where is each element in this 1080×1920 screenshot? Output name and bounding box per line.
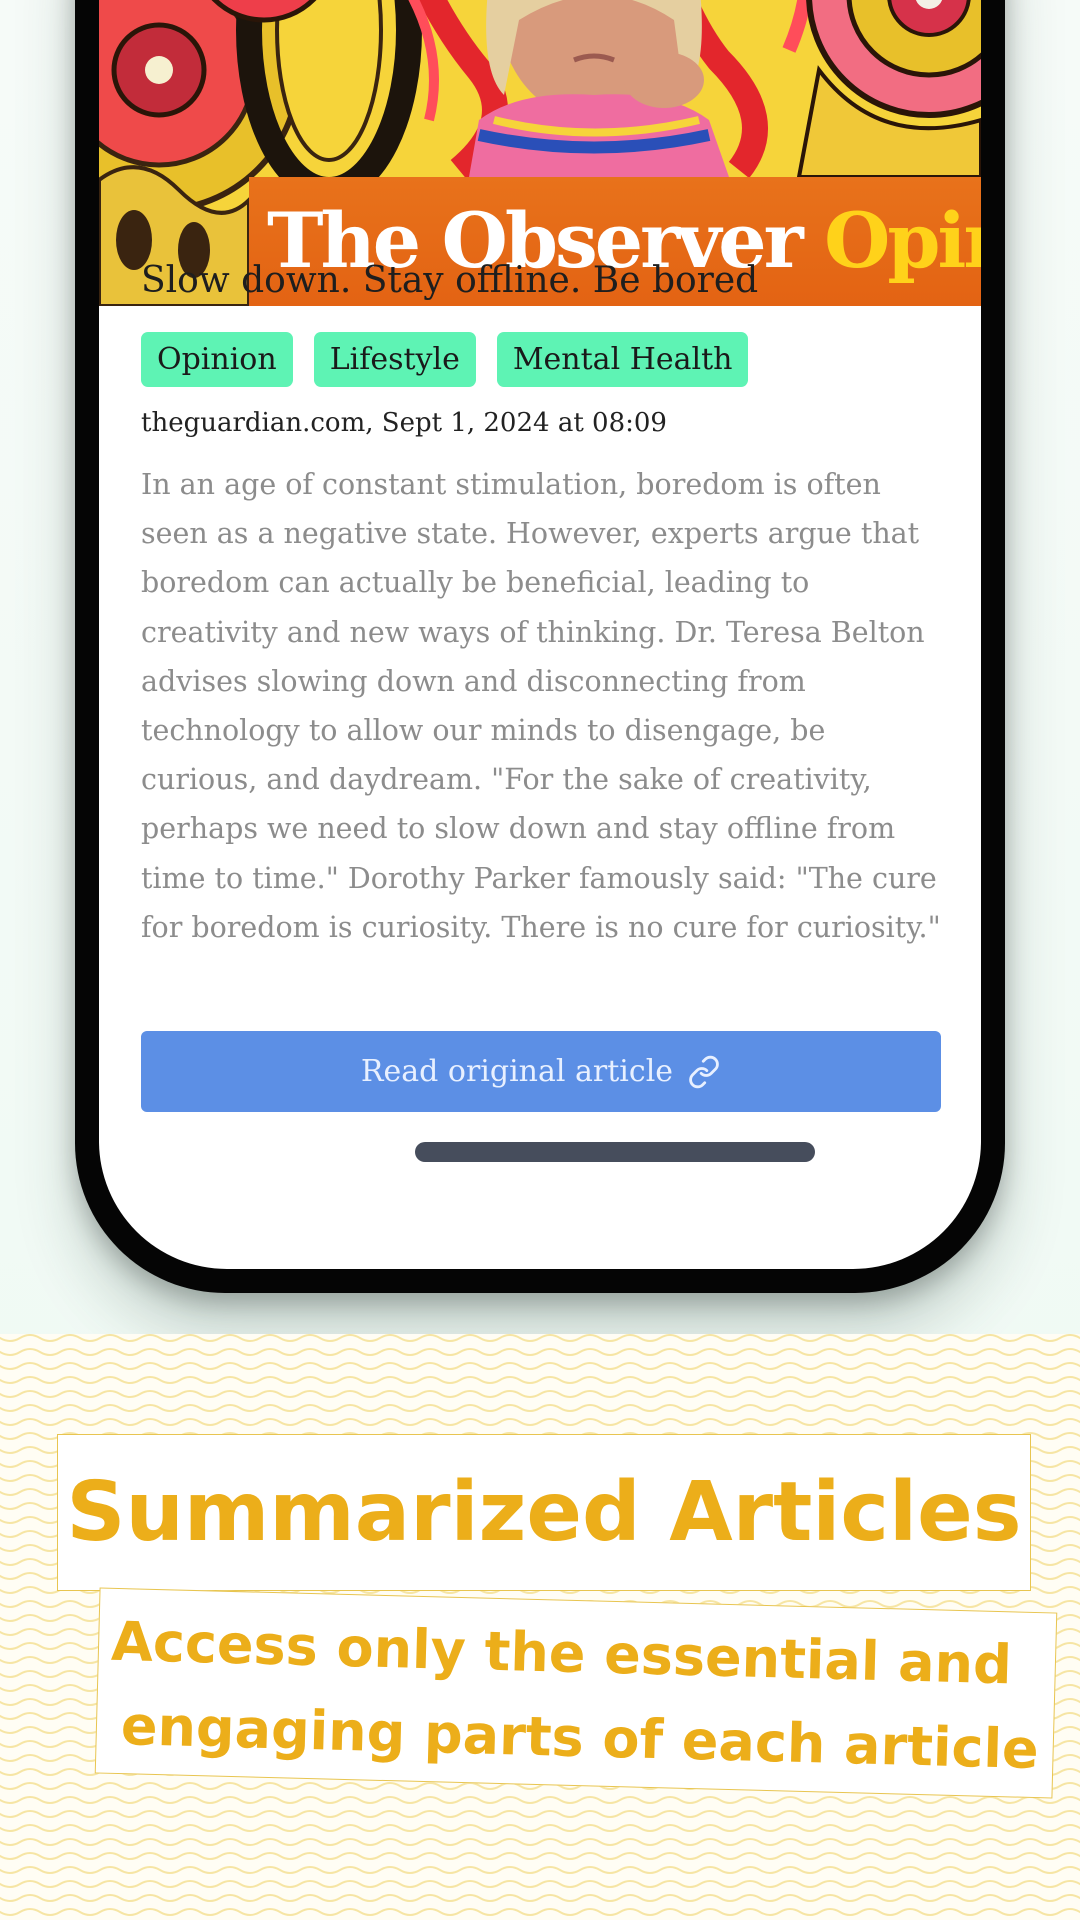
tag-mental-health[interactable]: Mental Health (496, 332, 749, 387)
wave-line (0, 1824, 1080, 1832)
phone-frame: The Observer Opinio Slow down. Stay offl… (75, 0, 1005, 1293)
wave-line (0, 1880, 1080, 1888)
read-original-article-button[interactable]: Read original article (141, 1031, 941, 1112)
tag-lifestyle[interactable]: Lifestyle (313, 332, 476, 387)
link-icon (687, 1055, 721, 1089)
wave-line (0, 1908, 1080, 1916)
headline-card: Summarized Articles (57, 1434, 1031, 1591)
subheadline-card: Access only the essential and engaging p… (94, 1587, 1058, 1799)
tag-opinion[interactable]: Opinion (141, 332, 293, 387)
wave-line (0, 1810, 1080, 1818)
wave-line (0, 1334, 1080, 1342)
hero-title-yellow: Opinio (824, 196, 981, 285)
phone-screen: The Observer Opinio Slow down. Stay offl… (99, 0, 981, 1269)
wave-line (0, 1852, 1080, 1860)
wave-line (0, 1418, 1080, 1426)
wave-line (0, 1796, 1080, 1804)
wave-line (0, 1390, 1080, 1398)
wave-line (0, 1838, 1080, 1846)
wave-line (0, 1404, 1080, 1412)
tag-list: Opinion Lifestyle Mental Health (141, 332, 749, 387)
wave-line (0, 1866, 1080, 1874)
wave-line (0, 1362, 1080, 1370)
wave-line (0, 1894, 1080, 1902)
read-original-article-label: Read original article (360, 1054, 674, 1089)
article-summary: In an age of constant stimulation, bored… (141, 468, 941, 944)
wave-line (0, 1376, 1080, 1384)
article-title: Slow down. Stay offline. Be bored (141, 260, 759, 301)
home-indicator[interactable] (415, 1142, 815, 1162)
wave-line (0, 1348, 1080, 1356)
promo-headline: Summarized Articles (66, 1465, 1022, 1560)
article-source-date: theguardian.com, Sept 1, 2024 at 08:09 (141, 408, 667, 438)
